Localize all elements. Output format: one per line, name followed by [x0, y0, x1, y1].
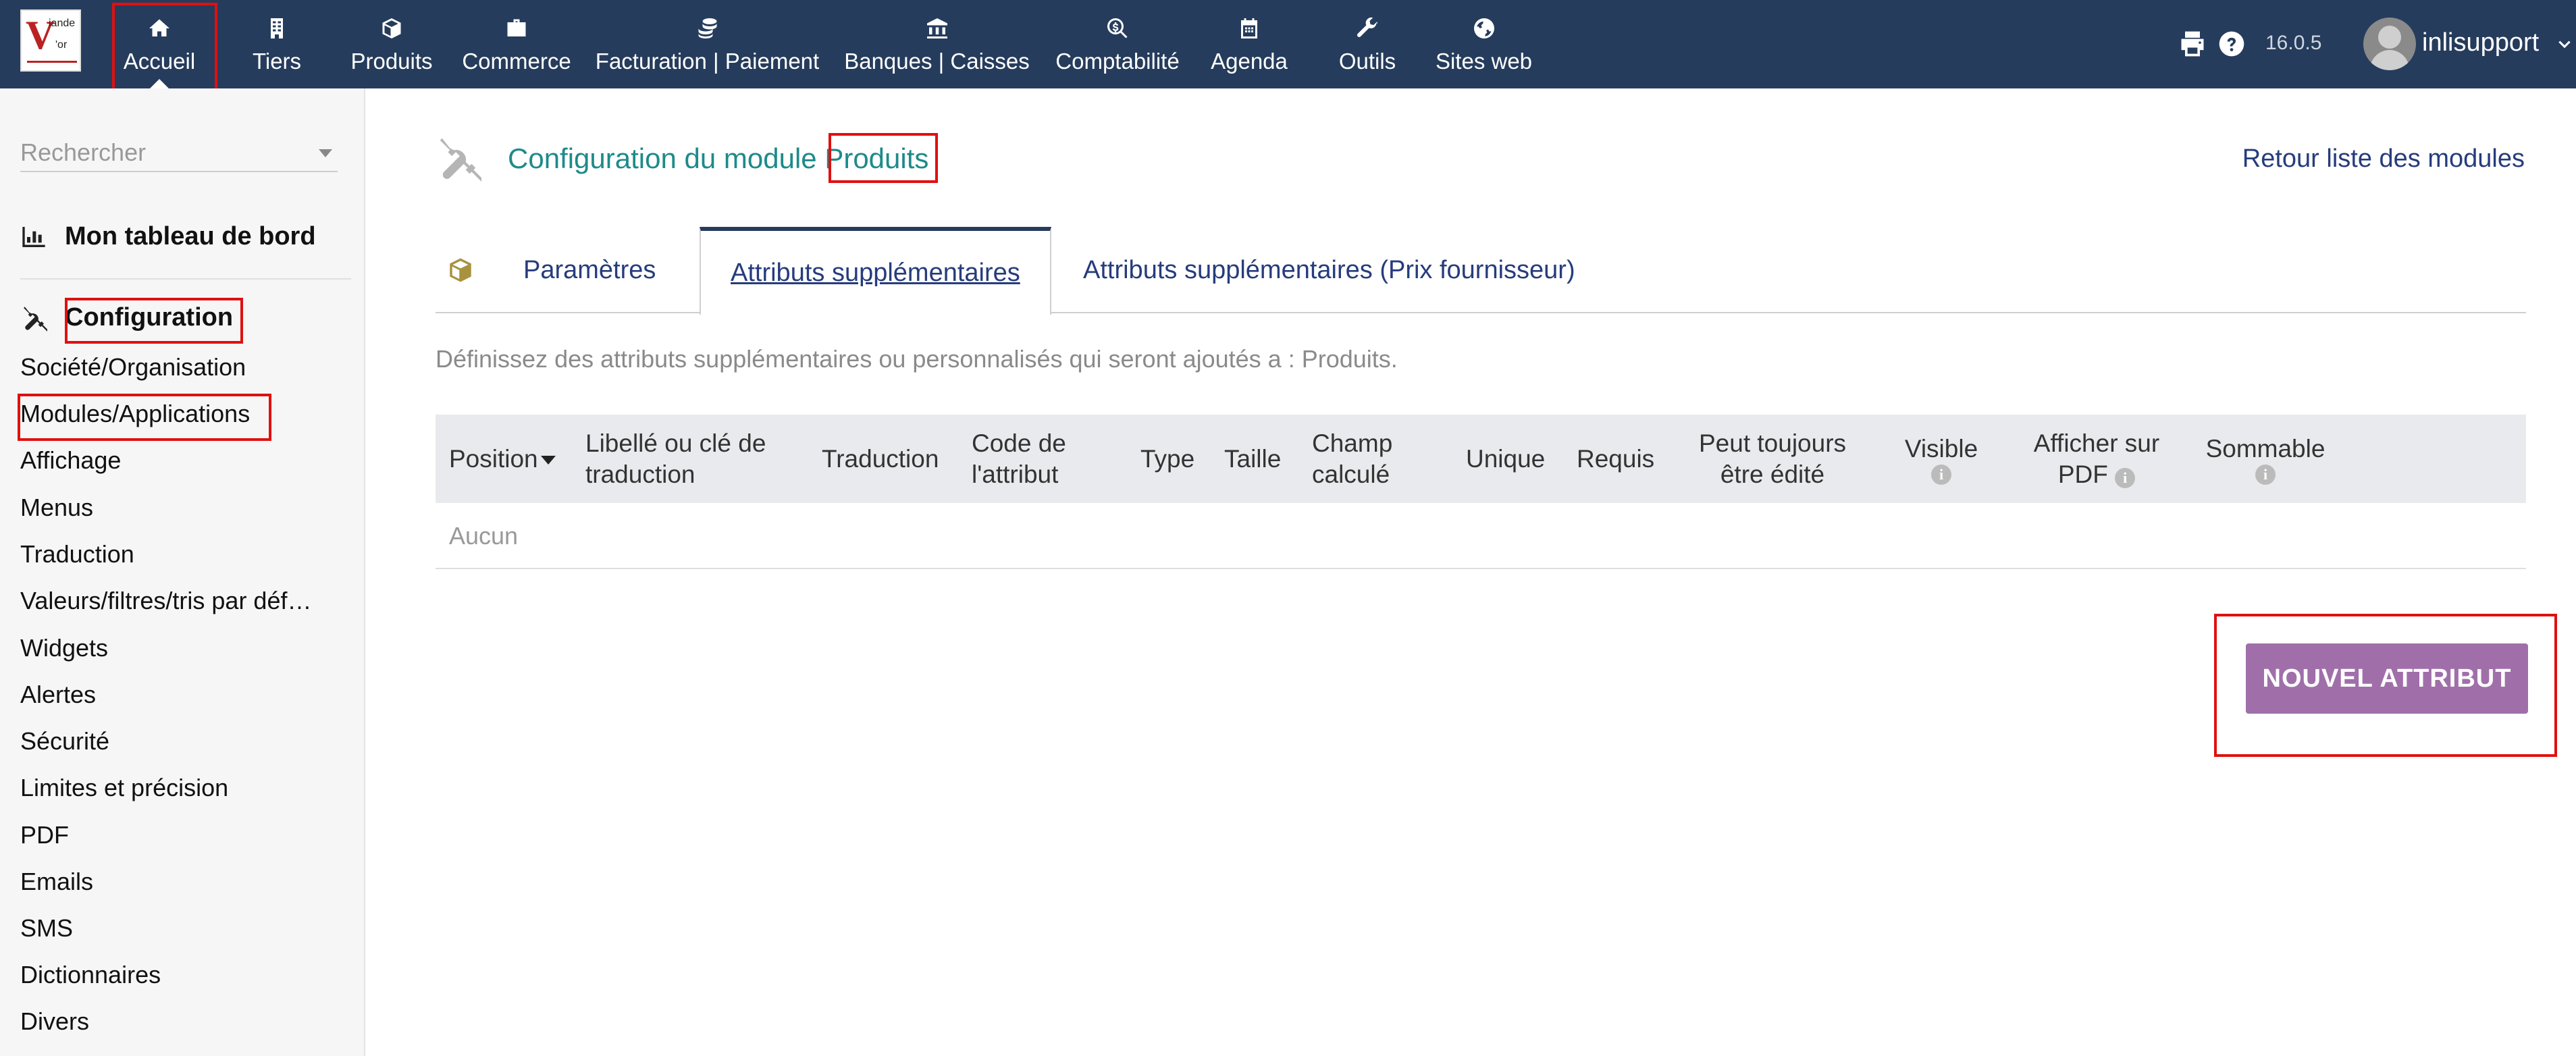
globe-icon [1471, 15, 1498, 42]
col-unique[interactable]: Unique [1466, 415, 1545, 503]
sidebar-item-divers[interactable]: Divers [20, 1007, 89, 1036]
col-translation[interactable]: Traduction [822, 415, 939, 503]
highlight-box-new-attribute [2214, 614, 2557, 757]
sidebar-item-valeurs[interactable]: Valeurs/filtres/tris par déf… [20, 587, 311, 615]
user-avatar[interactable] [2363, 18, 2416, 70]
sidebar-divider [20, 278, 351, 280]
sidebar-dashboard[interactable]: Mon tableau de bord [20, 222, 316, 251]
tools-icon [434, 134, 483, 182]
info-icon[interactable]: i [2115, 467, 2136, 488]
nav-agenda[interactable]: Agenda [1205, 0, 1293, 88]
highlight-box-modules [18, 394, 271, 441]
empty-message: Aucun [449, 522, 519, 550]
sidebar-item-sms[interactable]: SMS [20, 914, 73, 943]
info-icon[interactable]: i [2255, 464, 2276, 485]
sidebar-item-menus[interactable]: Menus [20, 494, 93, 522]
table-row-empty: Aucun [436, 503, 2526, 569]
col-code[interactable]: Code de l'attribut [972, 415, 1066, 503]
tab-bar: Paramètres Attributs supplémentaires Att… [436, 227, 2526, 315]
sidebar-item-traduction[interactable]: Traduction [20, 540, 134, 569]
sidebar-item-pdf[interactable]: PDF [20, 821, 69, 849]
left-sidebar: Mon tableau de bord Configuration Sociét… [0, 88, 365, 1056]
tab-attributs-supplementaires[interactable]: Attributs supplémentaires [700, 227, 1051, 315]
table-header: Position Libellé ou clé de traduction Tr… [436, 415, 2526, 503]
highlight-box-produits [829, 133, 938, 183]
tab-attributs-prix-fournisseur[interactable]: Attributs supplémentaires (Prix fourniss… [1053, 227, 1605, 313]
highlight-box-configuration [65, 298, 243, 344]
return-to-modules-link[interactable]: Retour liste des modules [2242, 144, 2525, 174]
sidebar-item-securite[interactable]: Sécurité [20, 727, 109, 756]
search-dollar-icon [1104, 15, 1131, 42]
tools-icon [24, 306, 47, 332]
chart-icon [22, 226, 45, 247]
highlight-box-accueil [112, 3, 217, 95]
nav-tiers[interactable]: Tiers [240, 0, 314, 88]
nav-commerce[interactable]: Commerce [456, 0, 577, 88]
info-icon[interactable]: i [1931, 464, 1951, 485]
col-required[interactable]: Requis [1577, 415, 1654, 503]
col-pdf[interactable]: Afficher sur PDF i [2016, 415, 2178, 503]
nav-produits[interactable]: Produits [344, 0, 439, 88]
sidebar-item-societe[interactable]: Société/Organisation [20, 353, 246, 381]
attributes-table: Position Libellé ou clé de traduction Tr… [436, 415, 2526, 569]
col-computed[interactable]: Champ calculé [1312, 415, 1392, 503]
col-size[interactable]: Taille [1224, 415, 1281, 503]
top-navbar: V iande 'or Accueil Tiers Produits Comme… [0, 0, 2576, 95]
company-logo[interactable]: V iande 'or [20, 9, 81, 72]
version-label: 16.0.5 [2265, 32, 2322, 54]
col-visible[interactable]: Visible i [1887, 415, 1995, 503]
col-editable[interactable]: Peut toujours être édité [1691, 415, 1854, 503]
building-icon [263, 15, 290, 42]
tab-parametres[interactable]: Paramètres [494, 227, 685, 313]
col-label[interactable]: Libellé ou clé de traduction [585, 415, 766, 503]
calendar-icon [1236, 15, 1263, 42]
sidebar-item-emails[interactable]: Emails [20, 868, 93, 896]
sidebar-item-affichage[interactable]: Affichage [20, 446, 121, 475]
chevron-down-icon[interactable] [2556, 36, 2573, 57]
nav-sites-web[interactable]: Sites web [1428, 0, 1540, 88]
cube-icon [436, 227, 485, 313]
briefcase-icon [503, 15, 530, 42]
top-right-tools: 16.0.5 inlisupport [2171, 0, 2576, 88]
col-summable[interactable]: Sommable i [2191, 415, 2340, 503]
sidebar-item-alertes[interactable]: Alertes [20, 681, 96, 709]
nav-comptabilite[interactable]: Comptabilité [1050, 0, 1185, 88]
wrench-icon [1354, 15, 1381, 42]
col-type[interactable]: Type [1140, 415, 1194, 503]
coins-icon [694, 15, 721, 42]
print-icon[interactable] [2178, 29, 2207, 62]
main-content: Configuration du module Produits Retour … [365, 88, 2576, 1056]
search-select[interactable] [20, 136, 338, 172]
sidebar-item-dictionnaires[interactable]: Dictionnaires [20, 961, 161, 989]
col-position[interactable]: Position [449, 415, 556, 503]
sidebar-item-widgets[interactable]: Widgets [20, 634, 108, 662]
nav-facturation[interactable]: Facturation | Paiement [591, 0, 824, 88]
nav-outils[interactable]: Outils [1323, 0, 1411, 88]
chevron-down-icon[interactable] [319, 149, 332, 157]
username[interactable]: inlisupport [2422, 28, 2539, 57]
nav-banques[interactable]: Banques | Caisses [841, 0, 1033, 88]
cube-icon [378, 15, 405, 42]
sidebar-item-limites[interactable]: Limites et précision [20, 774, 228, 802]
bank-icon [924, 15, 951, 42]
help-icon[interactable] [2217, 29, 2246, 62]
page-description: Définissez des attributs supplémentaires… [436, 345, 1398, 373]
sort-down-icon [540, 456, 556, 465]
search-input[interactable] [20, 136, 311, 169]
